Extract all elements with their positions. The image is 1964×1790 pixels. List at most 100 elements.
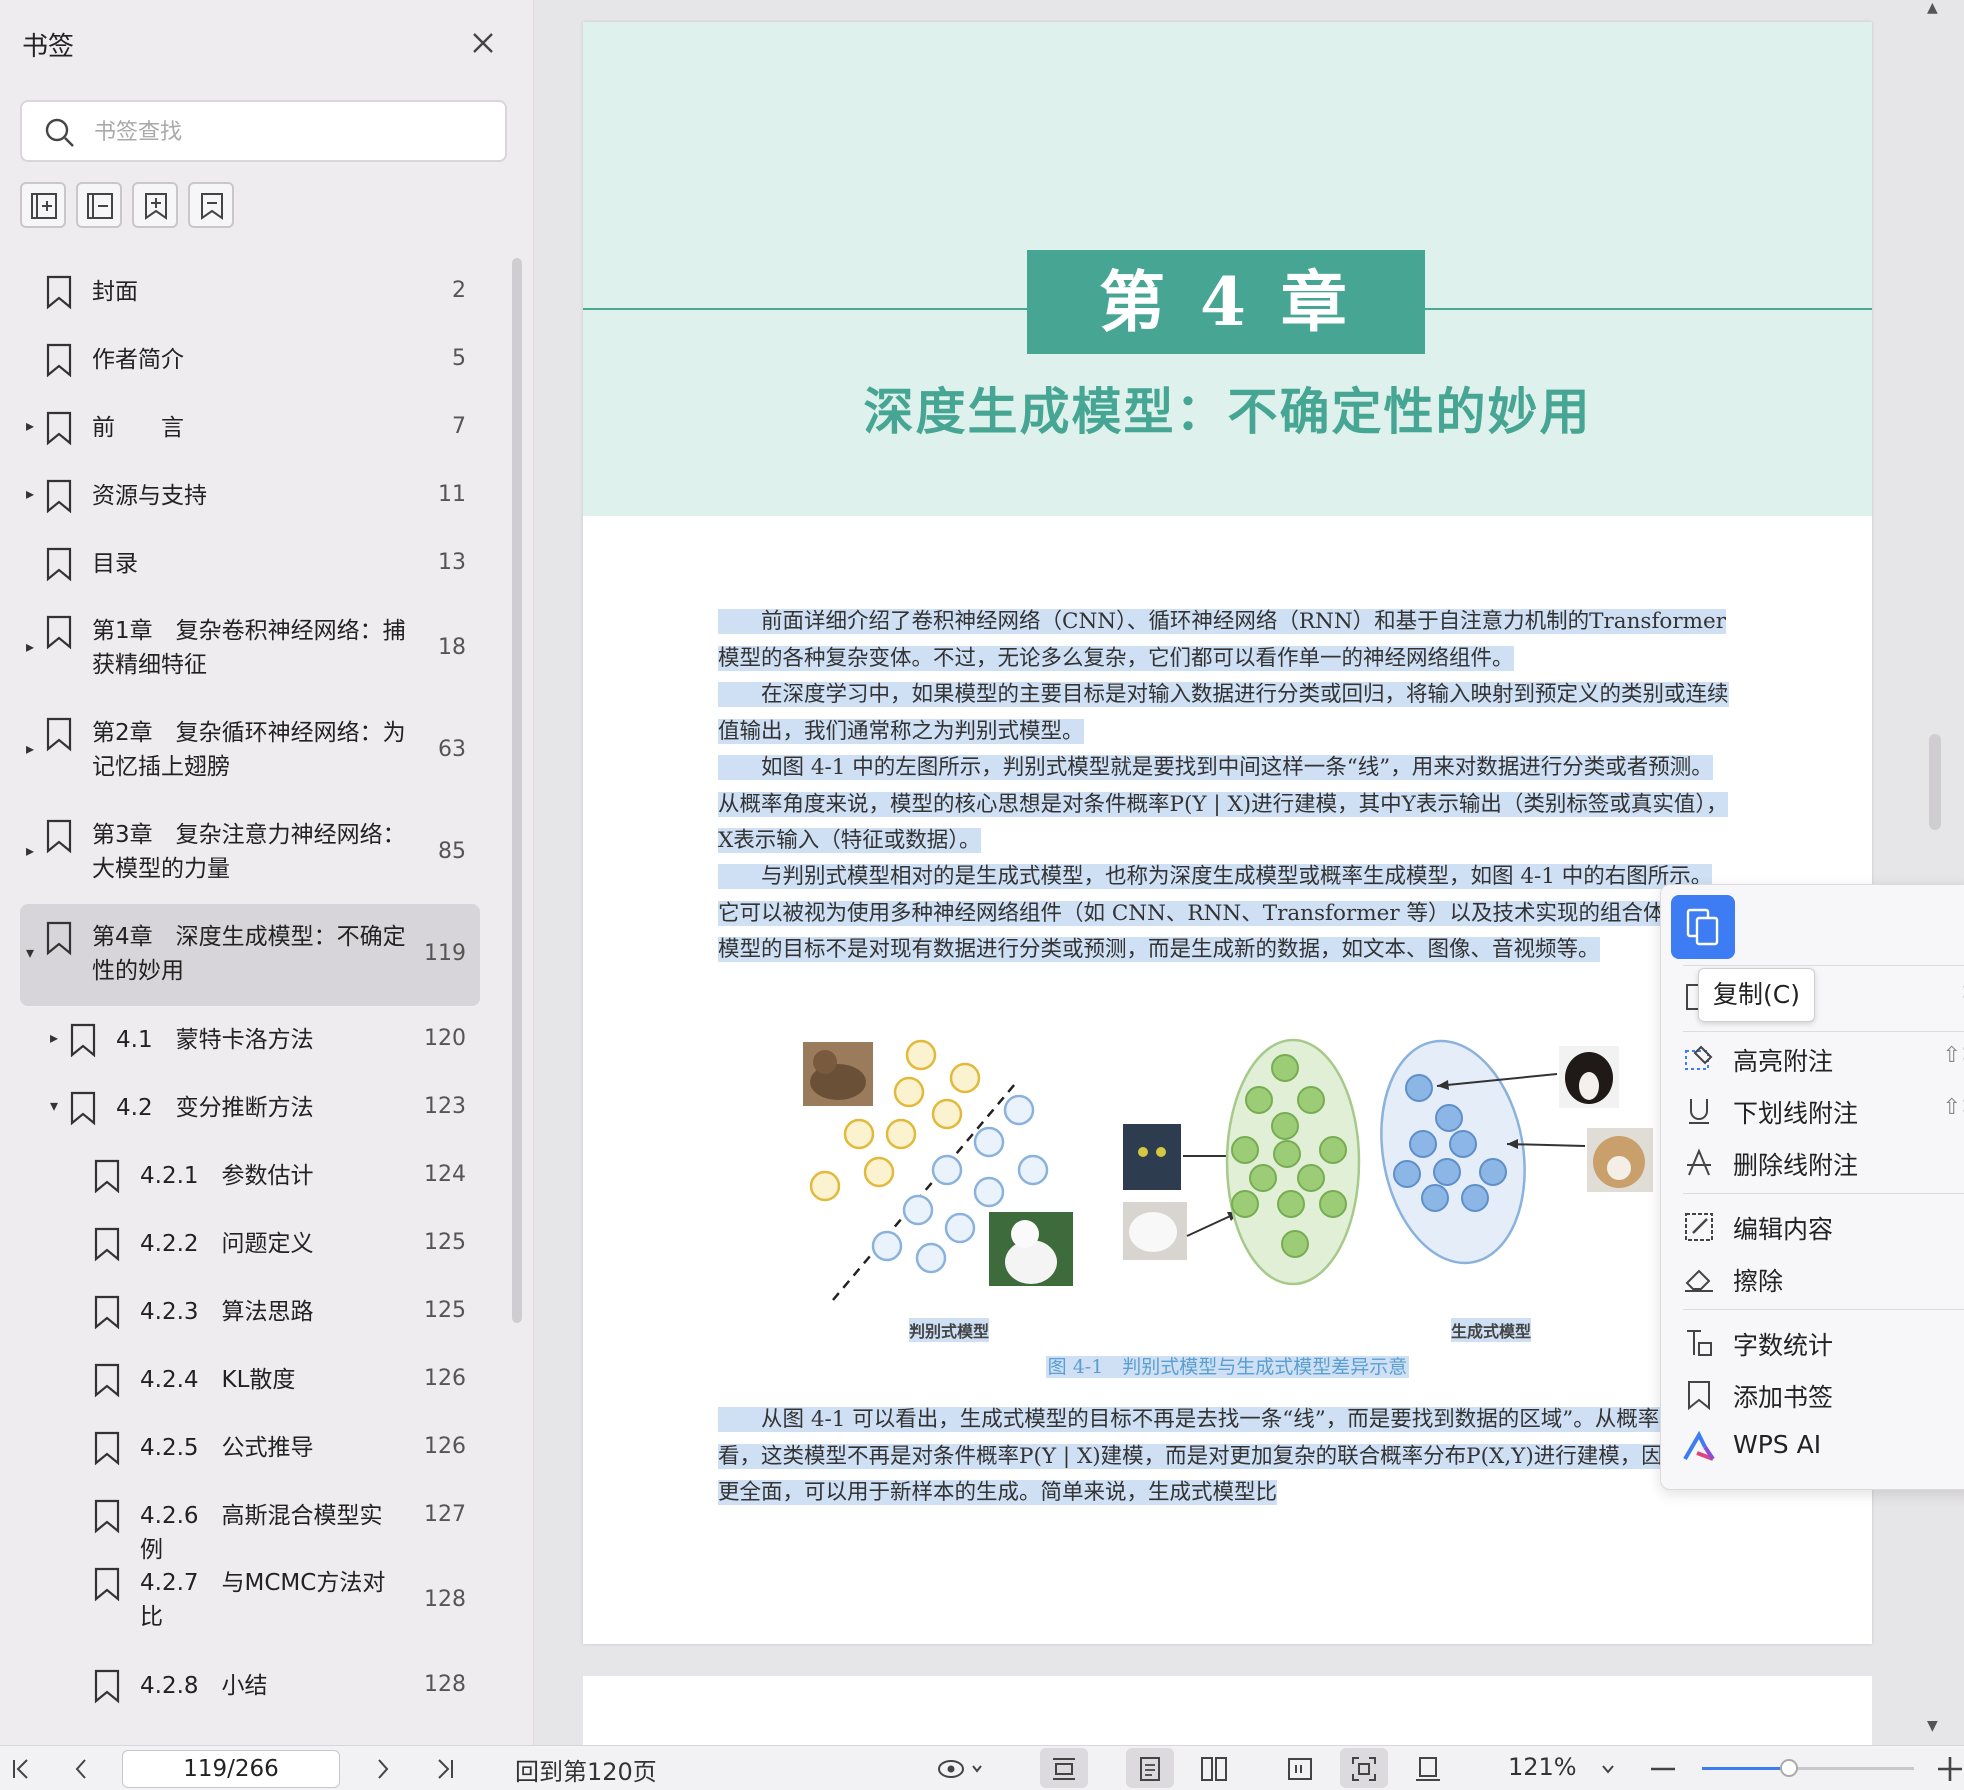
- bookmark-item[interactable]: ▾ 第4章 深度生成模型：不确定性的妙用 119: [20, 904, 480, 1006]
- sidebar-scrollbar[interactable]: [512, 258, 522, 1323]
- bookmark-item[interactable]: 4.2.5 公式推导 126: [0, 1414, 500, 1482]
- menu-item-wps-ai[interactable]: WPS AI: [1683, 1425, 1964, 1469]
- bookmark-icon: [92, 1498, 122, 1538]
- menu-item-edit-content[interactable]: 编辑内容: [1683, 1205, 1964, 1249]
- bookmark-label: 4.2.8 小结: [140, 1673, 268, 1699]
- bookmark-label: 4.2.4 KL散度: [140, 1367, 296, 1393]
- single-page-icon[interactable]: [1126, 1746, 1174, 1790]
- menu-divider: [1683, 1309, 1964, 1310]
- bookmark-item[interactable]: ▸ 第3章 复杂注意力神经网络：大模型的力量 85: [0, 802, 500, 904]
- bookmark-item[interactable]: 目录 13: [0, 530, 500, 598]
- page-number-input[interactable]: [122, 1750, 340, 1788]
- bookmark-item[interactable]: ▸ 前 言 7: [0, 394, 500, 462]
- close-icon[interactable]: [466, 26, 500, 60]
- search-icon: [45, 118, 74, 147]
- bookmark-search[interactable]: [20, 100, 507, 162]
- bookmark-item[interactable]: 4.2.8 小结 128: [0, 1652, 500, 1720]
- copy-button[interactable]: [1671, 895, 1735, 959]
- bookmark-item[interactable]: 4.2.4 KL散度 126: [0, 1346, 500, 1414]
- paragraph[interactable]: 与判别式模型相对的是生成式模型，也称为深度生成模型或概率生成模型，如图 4-1 …: [718, 859, 1733, 969]
- expand-caret-icon[interactable]: ▸: [26, 416, 34, 435]
- bookmark-item[interactable]: 4.2.2 问题定义 125: [0, 1210, 500, 1278]
- prev-page-icon[interactable]: [64, 1746, 98, 1790]
- document-scrollbar[interactable]: [1929, 734, 1941, 830]
- fit-width-icon[interactable]: [1404, 1746, 1452, 1790]
- collapse-caret-icon[interactable]: ▾: [26, 943, 34, 962]
- actual-size-icon[interactable]: [1276, 1746, 1324, 1790]
- bookmark-item[interactable]: ▾ 4.2 变分推断方法 123: [0, 1074, 500, 1142]
- zoom-out-icon[interactable]: [1648, 1746, 1678, 1790]
- bookmark-label: 第1章 复杂卷积神经网络：捕获精细特征: [92, 618, 406, 678]
- add-bookmark-button[interactable]: [132, 182, 178, 228]
- bookmark-icon: [44, 410, 74, 450]
- bookmark-panel: 书签 封面 2 作者简介 5 ▸ 前 言 7 ▸ 资源与支持 11 目录 13 ▸ 第1章 复杂卷积神经网…: [0, 0, 534, 1745]
- bookmark-page-number: 18: [438, 635, 466, 660]
- paragraph[interactable]: 前面详细介绍了卷积神经网络（CNN）、循环神经网络（RNN）和基于自注意力机制的…: [718, 604, 1733, 677]
- menu-item-highlight[interactable]: 高亮附注 ⇧⌘: [1683, 1037, 1964, 1081]
- zoom-dropdown-icon[interactable]: [1594, 1746, 1622, 1790]
- first-page-icon[interactable]: [4, 1746, 38, 1790]
- two-page-icon[interactable]: [1190, 1746, 1238, 1790]
- search-input[interactable]: [94, 114, 484, 150]
- expand-caret-icon[interactable]: ▸: [26, 637, 34, 656]
- white-cat-photo: [1123, 1202, 1187, 1260]
- bookmark-label: 第4章 深度生成模型：不确定性的妙用: [92, 924, 406, 984]
- menu-item-word-count[interactable]: 字数统计: [1683, 1321, 1964, 1365]
- menu-item-underline[interactable]: 下划线附注 ⇧⌘: [1683, 1089, 1964, 1133]
- back-to-page-link[interactable]: 回到第120页: [515, 1752, 657, 1787]
- continuous-scroll-icon[interactable]: [1040, 1746, 1088, 1790]
- paragraph-text: 前面详细介绍了卷积神经网络（CNN）、循环神经网络（RNN）和基于自注意力机制的…: [718, 609, 1727, 671]
- bookmark-item[interactable]: 4.2.7 与MCMC方法对比 128: [0, 1550, 500, 1652]
- zoom-slider-handle[interactable]: [1779, 1759, 1798, 1777]
- figure-right-label: 生成式模型: [1451, 1318, 1532, 1342]
- scroll-up-arrow-icon[interactable]: ▲: [1927, 0, 1938, 16]
- bookmark-item[interactable]: 作者简介 5: [0, 326, 500, 394]
- expand-caret-icon[interactable]: ▸: [26, 739, 34, 758]
- paragraph[interactable]: 如图 4-1 中的左图所示，判别式模型就是要找到中间这样一条“线”，用来对数据进…: [718, 750, 1733, 860]
- bookmark-item[interactable]: ▸ 第2章 复杂循环神经网络：为记忆插上翅膀 63: [0, 700, 500, 802]
- zoom-in-icon[interactable]: [1936, 1746, 1964, 1790]
- expand-caret-icon[interactable]: ▸: [26, 484, 34, 503]
- collapse-all-button[interactable]: [76, 182, 122, 228]
- collapse-caret-icon[interactable]: ▾: [50, 1096, 58, 1115]
- bookmark-page-number: 7: [452, 414, 466, 439]
- copy-tooltip: 复制(C): [1698, 968, 1815, 1022]
- bookmark-item[interactable]: ▸ 第1章 复杂卷积神经网络：捕获精细特征 18: [0, 598, 500, 700]
- bookmark-item[interactable]: ▸ 资源与支持 11: [0, 462, 500, 530]
- paragraph[interactable]: 在深度学习中，如果模型的主要目标是对输入数据进行分类或回归，将输入映射到预定义的…: [718, 677, 1733, 750]
- bookmark-item[interactable]: 封面 2: [0, 258, 500, 326]
- chapter-number: 第 4 章: [1027, 250, 1425, 354]
- fit-page-icon[interactable]: [1340, 1746, 1388, 1790]
- bookmark-label: 前 言: [92, 415, 184, 441]
- menu-divider: [1683, 1193, 1964, 1194]
- bookmark-page-number: 85: [438, 839, 466, 864]
- figure-left-label: 判别式模型: [909, 1318, 990, 1342]
- bookmark-item[interactable]: 4.2.6 高斯混合模型实例 127: [0, 1482, 500, 1563]
- bookmark-item[interactable]: ▸ 4.1 蒙特卡洛方法 120: [0, 1006, 500, 1074]
- bookmark-item[interactable]: 4.2.1 参数估计 124: [0, 1142, 500, 1210]
- next-page-icon[interactable]: [366, 1746, 400, 1790]
- bookmark-page-number: 63: [438, 737, 466, 762]
- zoom-slider[interactable]: [1702, 1759, 1914, 1777]
- expand-caret-icon[interactable]: ▸: [50, 1028, 58, 1047]
- expand-caret-icon[interactable]: ▸: [26, 841, 34, 860]
- bookmark-button[interactable]: [188, 182, 234, 228]
- bookmark-label: 4.2.1 参数估计: [140, 1163, 314, 1189]
- cat-photo: [803, 1042, 873, 1106]
- menu-item-add-bookmark[interactable]: 添加书签: [1683, 1373, 1964, 1417]
- menu-item-strikethrough[interactable]: 删除线附注: [1683, 1141, 1964, 1185]
- chapter-header: 第 4 章 深度生成模型：不确定性的妙用: [583, 22, 1872, 516]
- menu-item-eraser[interactable]: 擦除: [1683, 1257, 1964, 1301]
- bookmark-item[interactable]: 4.2.3 算法思路 125: [0, 1278, 500, 1346]
- menu-item-label: 删除线附注: [1733, 1151, 1859, 1180]
- eye-icon[interactable]: [930, 1746, 990, 1790]
- expand-all-button[interactable]: [20, 182, 66, 228]
- bookmark-label: 4.2.5 公式推导: [140, 1435, 314, 1461]
- bookmark-page-number: 123: [424, 1094, 466, 1119]
- paragraph[interactable]: 从图 4-1 可以看出，生成式模型的目标不再是去找一条“线”，而是要找到数据的区…: [718, 1402, 1733, 1512]
- panel-title: 书签: [22, 32, 75, 62]
- last-page-icon[interactable]: [428, 1746, 462, 1790]
- scroll-down-arrow-icon[interactable]: ▼: [1927, 1718, 1938, 1734]
- bookmark-icon: [44, 716, 74, 756]
- zoom-level[interactable]: 121%: [1508, 1753, 1577, 1781]
